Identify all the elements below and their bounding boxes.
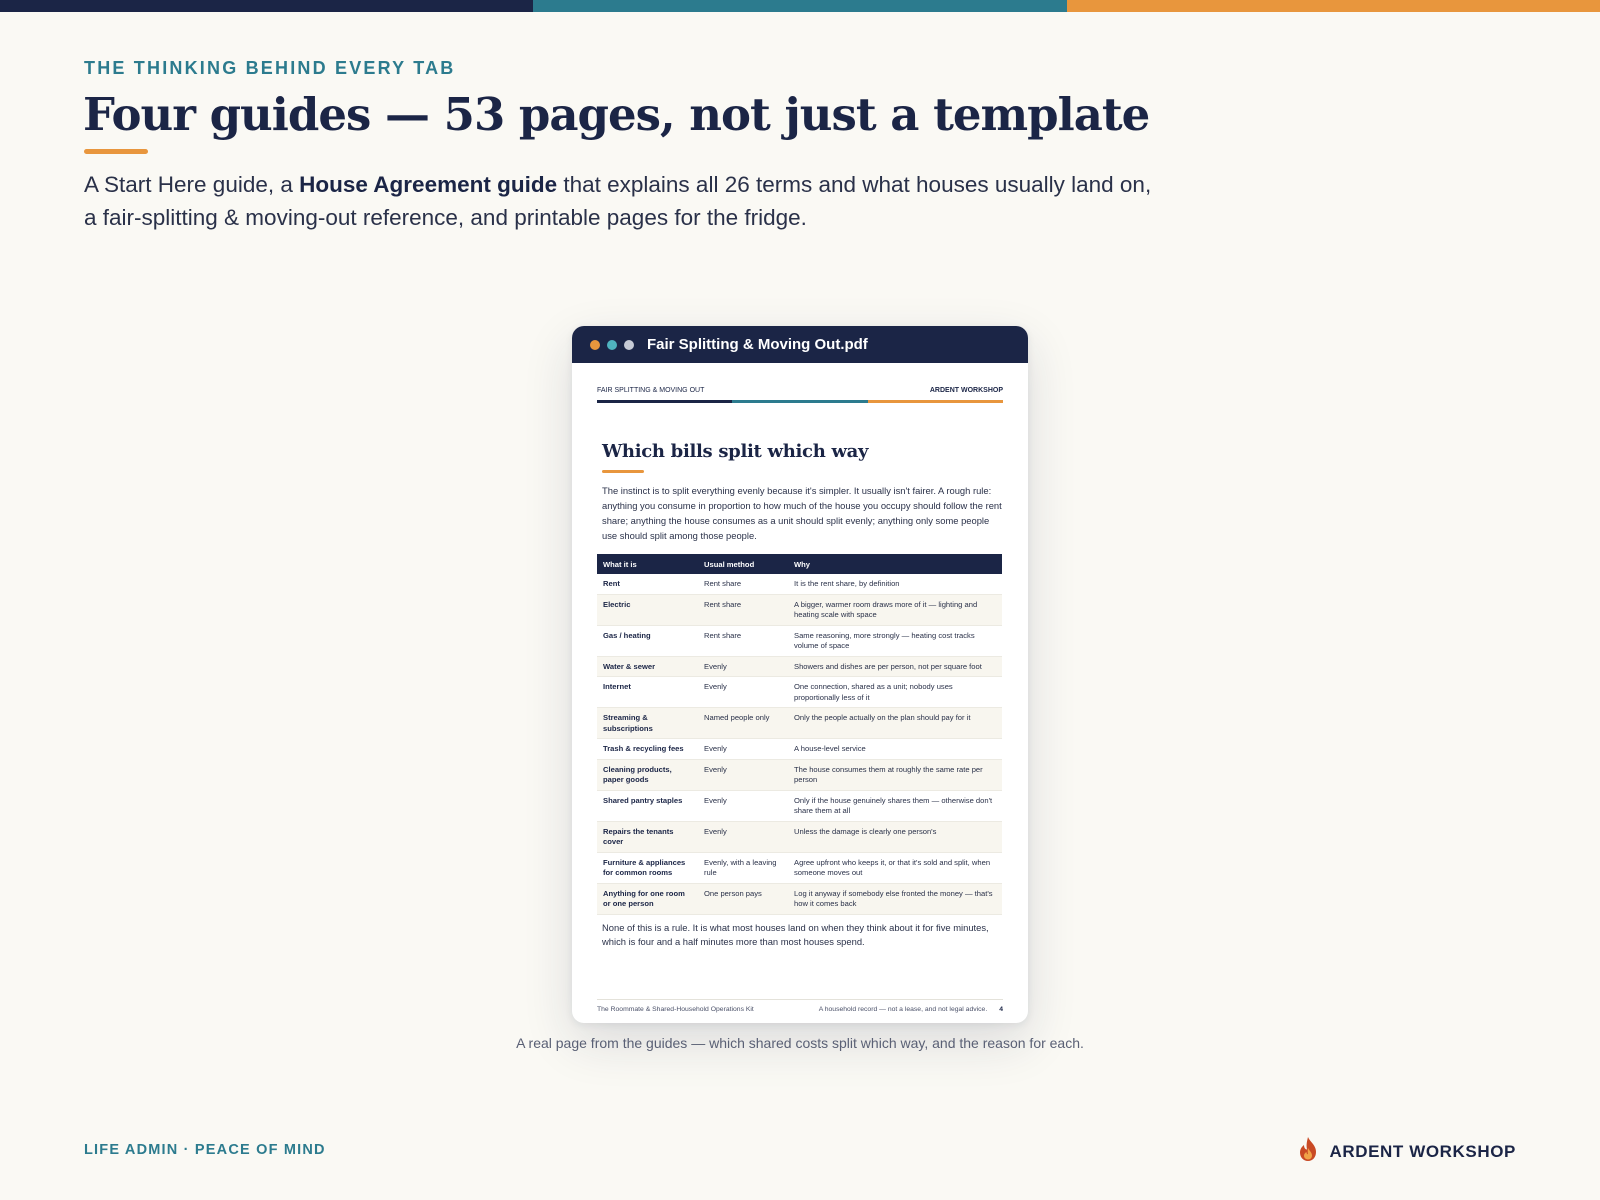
- cell-why: It is the rent share, by definition: [788, 574, 1002, 595]
- window-titlebar: Fair Splitting & Moving Out.pdf: [572, 326, 1028, 363]
- cell-method: Evenly: [698, 676, 788, 708]
- footer-tagline: LIFE ADMIN · PEACE OF MIND: [84, 1142, 326, 1158]
- pdf-running-head: FAIR SPLITTING & MOVING OUT ARDENT WORKS…: [597, 387, 1003, 394]
- cell-item: Gas / heating: [597, 625, 698, 657]
- flame-icon: [1297, 1136, 1319, 1167]
- table-row: Internet Evenly One connection, shared as …: [597, 676, 1002, 708]
- stripe-navy: [0, 0, 534, 12]
- column-header-method: Usual method: [698, 554, 788, 574]
- cell-item: Internet: [597, 676, 698, 708]
- running-head-left: FAIR SPLITTING & MOVING OUT: [597, 387, 705, 394]
- table-row: Furniture & appliances for common rooms E…: [597, 852, 1002, 884]
- pdf-bar-teal: [732, 400, 868, 403]
- cell-item: Rent: [597, 574, 698, 595]
- preview-caption: A real page from the guides — which shar…: [516, 1035, 1084, 1051]
- table-row: Anything for one room or one person One p…: [597, 883, 1002, 915]
- cell-method: Named people only: [698, 707, 788, 739]
- table-row: Cleaning products, paper goods Evenly The …: [597, 759, 1002, 791]
- pdf-footer-disclaimer: A household record — not a lease, and no…: [818, 1006, 988, 1013]
- cell-why: A house-level service: [788, 738, 1002, 760]
- intro-paragraph: A Start Here guide, a House Agreement gu…: [84, 168, 1164, 234]
- column-header-item: What it is: [597, 554, 698, 574]
- pdf-heading: Which bills split which way: [602, 441, 869, 462]
- intro-text-bold: House Agreement guide: [299, 172, 558, 197]
- pdf-intro-text: The instinct is to split everything even…: [602, 485, 1002, 541]
- cell-why: Only if the house genuinely shares them …: [788, 790, 1002, 822]
- column-header-why: Why: [788, 554, 1002, 574]
- table-row: Rent Rent share It is the rent share, by d…: [597, 574, 1002, 595]
- cost-split-table: What it is Usual method Why Rent Rent sha…: [597, 554, 1002, 915]
- pdf-footer: The Roommate & Shared-Household Operatio…: [597, 999, 1003, 1013]
- cell-method: One person pays: [698, 883, 788, 915]
- cell-why: Unless the damage is clearly one person'…: [788, 821, 1002, 853]
- cell-method: Evenly: [698, 656, 788, 677]
- table-row: Water & sewer Evenly Showers and dishes ar…: [597, 656, 1002, 677]
- table-row: Repairs the tenants cover Evenly Unless th…: [597, 821, 1002, 853]
- cell-item: Shared pantry staples: [597, 790, 698, 822]
- title-underline: [84, 149, 148, 154]
- cell-method: Evenly: [698, 790, 788, 822]
- cell-why: Agree upfront who keeps it, or that it's…: [788, 852, 1002, 884]
- cell-why: Same reasoning, more strongly — heating …: [788, 625, 1002, 657]
- intro-text-start: A Start Here guide, a: [84, 172, 300, 197]
- table-row: Streaming & subscriptions Named people on…: [597, 707, 1002, 739]
- table-row: Electric Rent share A bigger, warmer room …: [597, 594, 1002, 626]
- cell-method: Evenly: [698, 821, 788, 853]
- cell-method: Rent share: [698, 574, 788, 595]
- table-row: Trash & recycling fees Evenly A house-leve…: [597, 738, 1002, 760]
- cell-item: Streaming & subscriptions: [597, 707, 698, 739]
- table-header-row: What it is Usual method Why: [597, 554, 1002, 574]
- top-color-stripe: [0, 0, 1600, 12]
- brand-lockup: ARDENT WORKSHOP: [1297, 1136, 1516, 1167]
- pdf-page: FAIR SPLITTING & MOVING OUT ARDENT WORKS…: [572, 387, 1028, 1013]
- pdf-page-number: 4: [999, 1006, 1003, 1013]
- page-title: Four guides — 53 pages, not just a templ…: [83, 88, 1150, 141]
- stripe-teal: [533, 0, 1067, 12]
- eyebrow-label: THE THINKING BEHIND EVERY TAB: [84, 58, 456, 78]
- stripe-orange: [1066, 0, 1600, 12]
- pdf-color-bar: [597, 400, 1003, 403]
- cell-why: Log it anyway if somebody else fronted t…: [788, 883, 1002, 915]
- cell-item: Repairs the tenants cover: [597, 821, 698, 853]
- cell-item: Furniture & appliances for common rooms: [597, 852, 698, 884]
- cell-item: Anything for one room or one person: [597, 883, 698, 915]
- window-dot-teal-icon: [607, 339, 617, 350]
- cell-why: Showers and dishes are per person, not p…: [788, 656, 1002, 677]
- pdf-bar-orange: [867, 400, 1003, 403]
- pdf-heading-underline: [602, 470, 644, 473]
- cell-why: Only the people actually on the plan sho…: [788, 707, 1002, 739]
- cell-item: Trash & recycling fees: [597, 738, 698, 760]
- pdf-preview-window: Fair Splitting & Moving Out.pdf FAIR SPL…: [572, 326, 1028, 1023]
- running-head-right: ARDENT WORKSHOP: [929, 387, 1003, 394]
- cell-why: The house consumes them at roughly the s…: [788, 759, 1002, 791]
- cell-why: A bigger, warmer room draws more of it —…: [788, 594, 1002, 626]
- cell-method: Rent share: [698, 625, 788, 657]
- cell-method: Evenly: [698, 759, 788, 791]
- table-row: Gas / heating Rent share Same reasoning, m…: [597, 625, 1002, 657]
- cell-method: Evenly, with a leaving rule: [698, 852, 788, 884]
- pdf-outro-text: None of this is a rule. It is what most …: [602, 921, 989, 947]
- cell-method: Rent share: [698, 594, 788, 626]
- cell-method: Evenly: [698, 738, 788, 760]
- pdf-footer-title: The Roommate & Shared-Household Operatio…: [597, 1006, 754, 1013]
- window-title: Fair Splitting & Moving Out.pdf: [647, 336, 868, 353]
- window-dot-orange-icon: [590, 339, 600, 350]
- table-body: Rent Rent share It is the rent share, by d…: [597, 574, 1002, 915]
- cell-item: Cleaning products, paper goods: [597, 759, 698, 791]
- cell-why: One connection, shared as a unit; nobody…: [788, 676, 1002, 708]
- window-dot-grey-icon: [624, 339, 634, 350]
- table-row: Shared pantry staples Evenly Only if the h…: [597, 790, 1002, 822]
- pdf-bar-navy: [597, 400, 733, 403]
- cell-item: Electric: [597, 594, 698, 626]
- brand-name: ARDENT WORKSHOP: [1329, 1141, 1516, 1161]
- cell-item: Water & sewer: [597, 656, 698, 677]
